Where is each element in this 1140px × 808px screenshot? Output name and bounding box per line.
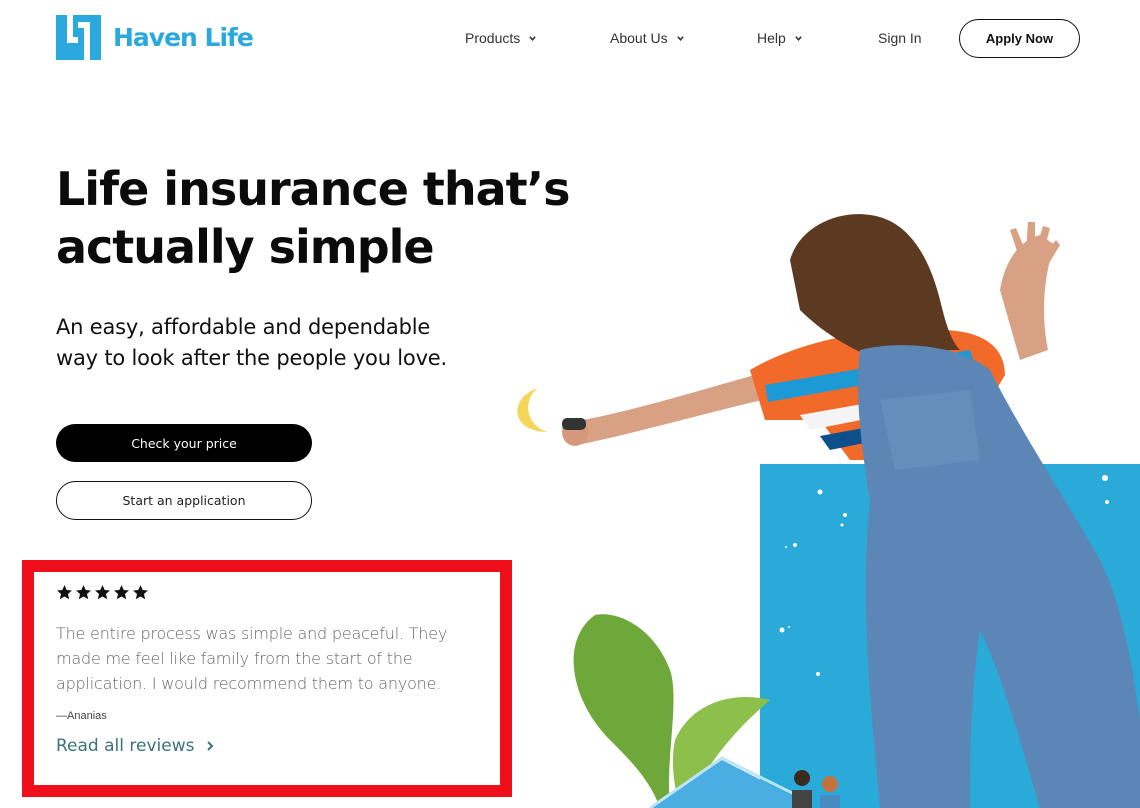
review-card: The entire process was simple and peacef…	[56, 584, 496, 756]
crescent-moon	[517, 388, 548, 432]
sprout-leaf-left	[573, 614, 674, 808]
couple-figures	[792, 770, 840, 808]
eraser	[562, 418, 586, 430]
nav-products-label: Products	[465, 30, 521, 46]
child-arm	[570, 375, 762, 445]
hero-subtitle-line-2: way to look after the people you love.	[56, 346, 447, 370]
hero-subtitle: An easy, affordable and dependable way t…	[56, 312, 496, 374]
chevron-down-icon	[676, 35, 684, 41]
read-all-reviews-label: Read all reviews	[56, 736, 195, 756]
hero-illustration	[517, 214, 1140, 808]
child-hair	[790, 214, 960, 360]
chevron-down-icon	[529, 35, 536, 41]
star-icon	[133, 585, 148, 600]
brand-name: Haven Life	[113, 23, 254, 52]
check-your-price-button[interactable]: Check your price	[56, 424, 312, 462]
blue-house	[650, 760, 800, 808]
haven-life-logo[interactable]: Haven Life	[56, 15, 254, 60]
read-all-reviews-link[interactable]: Read all reviews	[56, 736, 214, 756]
nav-products[interactable]: Products	[465, 30, 536, 46]
apply-now-button[interactable]: Apply Now	[959, 19, 1080, 58]
chevron-right-icon	[207, 741, 214, 751]
star-rating	[56, 584, 496, 601]
hero-title: Life insurance that’s actually simple	[56, 160, 576, 276]
nav-about-us[interactable]: About Us	[610, 30, 684, 46]
sign-in-link[interactable]: Sign In	[878, 30, 922, 46]
nav-help[interactable]: Help	[757, 30, 802, 46]
star-icon	[95, 585, 110, 600]
review-text: The entire process was simple and peacef…	[56, 624, 448, 693]
star-icon	[76, 585, 91, 600]
nav-about-us-label: About Us	[610, 30, 668, 46]
review-author: —Ananias	[56, 710, 107, 722]
haven-life-h-mark-icon	[56, 15, 101, 60]
chevron-down-icon	[795, 35, 802, 41]
hero-title-line-1: Life insurance that’s	[56, 162, 571, 216]
hero-subtitle-line-1: An easy, affordable and dependable	[56, 315, 431, 339]
start-application-button[interactable]: Start an application	[56, 481, 312, 520]
star-icon	[114, 585, 129, 600]
star-icon	[57, 585, 72, 600]
hero-title-line-2: actually simple	[56, 220, 435, 274]
nav-help-label: Help	[757, 30, 786, 46]
